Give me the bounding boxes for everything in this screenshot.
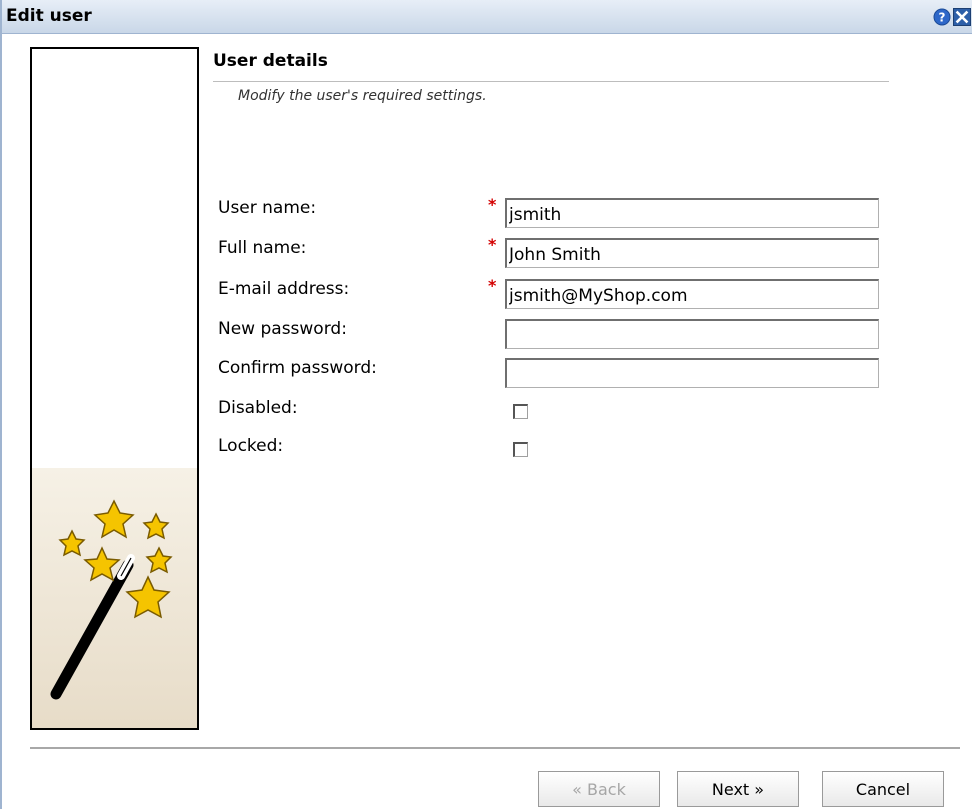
new-password-label: New password: <box>218 319 347 339</box>
close-icon[interactable] <box>953 8 971 26</box>
footer-divider <box>30 747 960 749</box>
username-label: User name: <box>218 198 317 218</box>
back-button[interactable]: « Back <box>538 771 660 807</box>
confirm-password-label: Confirm password: <box>218 358 377 378</box>
section-divider <box>213 81 889 82</box>
locked-label: Locked: <box>218 436 284 456</box>
fullname-field[interactable] <box>505 238 879 268</box>
edit-user-dialog: Edit user ? User details Modify the user… <box>0 0 972 809</box>
new-password-field[interactable] <box>505 319 879 349</box>
dialog-title: Edit user <box>6 6 92 26</box>
cancel-button[interactable]: Cancel <box>822 771 944 807</box>
magic-wand-stars-icon <box>50 499 173 700</box>
email-field[interactable] <box>505 279 879 309</box>
section-title: User details <box>213 51 328 71</box>
username-field[interactable] <box>505 198 879 228</box>
fullname-required-marker: * <box>488 235 497 254</box>
wizard-side-panel <box>30 47 199 730</box>
email-label: E-mail address: <box>218 279 350 299</box>
username-required-marker: * <box>488 195 497 214</box>
email-required-marker: * <box>488 276 497 295</box>
disabled-checkbox[interactable] <box>513 404 528 419</box>
dialog-titlebar: Edit user ? <box>2 0 972 34</box>
disabled-label: Disabled: <box>218 398 298 418</box>
locked-checkbox[interactable] <box>513 442 528 457</box>
help-icon[interactable]: ? <box>933 8 951 26</box>
svg-text:?: ? <box>939 11 946 25</box>
confirm-password-field[interactable] <box>505 358 879 388</box>
next-button[interactable]: Next » <box>677 771 799 807</box>
section-subtitle: Modify the user's required settings. <box>238 88 487 104</box>
fullname-label: Full name: <box>218 238 307 258</box>
